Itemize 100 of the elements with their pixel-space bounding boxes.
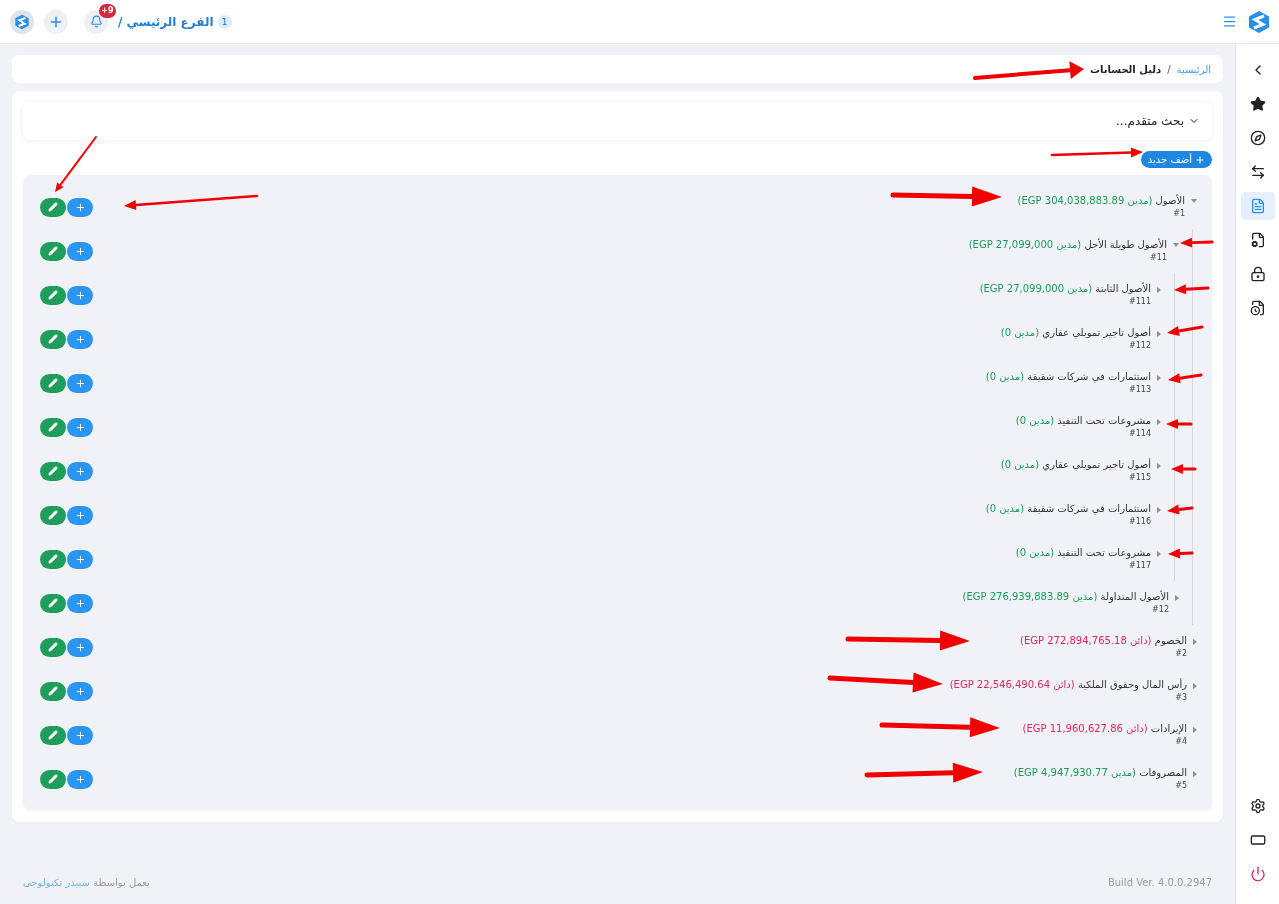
- plus-icon: [74, 245, 86, 257]
- logo: [14, 13, 30, 30]
- add-button[interactable]: [67, 681, 93, 701]
- caret-icon[interactable]: [1157, 419, 1161, 425]
- caret-icon[interactable]: [1193, 727, 1197, 733]
- annotation-arrow: [1180, 237, 1214, 248]
- add-button[interactable]: [67, 549, 93, 569]
- notification-count: +9: [99, 3, 116, 18]
- edit-button[interactable]: [40, 197, 66, 217]
- account-title: مشروعات تحت التنفيذ (مدين 0): [1015, 546, 1151, 560]
- account-code: #5: [1175, 780, 1187, 792]
- build-version: Build Ver. 4.0.0.2947: [1107, 877, 1212, 888]
- caret-icon[interactable]: [1193, 771, 1197, 777]
- add-button[interactable]: [67, 241, 93, 261]
- plus-icon: [74, 421, 86, 433]
- annotation-arrow: [55, 136, 97, 192]
- plus-icon: [74, 597, 86, 609]
- annotation-arrow: [1168, 548, 1194, 559]
- powered-by-text: يعمل بواسطة سبيدر تكنولوجى: [23, 877, 150, 888]
- add-button[interactable]: [67, 593, 93, 613]
- annotation-arrow: [1174, 284, 1210, 295]
- plus-icon: [74, 509, 86, 521]
- pencil-icon: [48, 202, 58, 212]
- plus-icon: [74, 553, 86, 565]
- edit-button[interactable]: [40, 241, 66, 261]
- advanced-search-toggle[interactable]: بحث متقدم...: [23, 102, 1212, 140]
- account-title: الأصول المتداولة (مدين EGP 276,939,883.89): [962, 590, 1169, 604]
- branch-name[interactable]: الفرع الرئيسي /: [118, 14, 214, 29]
- add-button[interactable]: [67, 373, 93, 393]
- edit-button[interactable]: [40, 461, 66, 481]
- account-title: الخصوم (دائن EGP 272,894,765.18): [1020, 634, 1187, 648]
- edit-button[interactable]: [40, 769, 66, 789]
- edit-button[interactable]: [40, 637, 66, 657]
- account-title: الأصول (مدين EGP 304,038,883.89): [1017, 194, 1185, 208]
- edit-button[interactable]: [40, 681, 66, 701]
- pencil-icon: [48, 378, 58, 388]
- edit-button[interactable]: [40, 329, 66, 349]
- annotation-arrow: [1166, 419, 1193, 429]
- account-title: الإيرادات (دائن EGP 11,960,627.86): [1022, 722, 1187, 736]
- add-button[interactable]: [67, 505, 93, 525]
- account-code: #4: [1175, 736, 1187, 748]
- pencil-icon: [48, 598, 58, 608]
- edit-button[interactable]: [40, 417, 66, 437]
- pencil-icon: [48, 290, 58, 300]
- add-button[interactable]: [44, 9, 68, 34]
- caret-icon[interactable]: [1193, 639, 1197, 645]
- pencil-icon: [48, 334, 58, 344]
- caret-icon[interactable]: [1193, 683, 1197, 689]
- account-code: #3: [1175, 692, 1187, 704]
- annotation-arrow: [1171, 464, 1197, 474]
- edit-button[interactable]: [40, 593, 66, 613]
- pencil-icon: [48, 730, 58, 740]
- account-code: #115: [1129, 472, 1151, 484]
- caret-icon[interactable]: [1157, 507, 1161, 513]
- account-title: الأصول الثابتة (مدين EGP 27,099,000): [979, 282, 1151, 296]
- account-code: #113: [1129, 384, 1151, 396]
- plus-icon: [74, 289, 86, 301]
- add-button[interactable]: [67, 329, 93, 349]
- edit-button[interactable]: [40, 549, 66, 569]
- document-icon[interactable]: [1240, 192, 1275, 220]
- company-link[interactable]: سبيدر تكنولوجى: [23, 877, 90, 888]
- edit-button[interactable]: [40, 505, 66, 525]
- menu-icon[interactable]: [1222, 14, 1237, 29]
- account-title: الأصول طويلة الأجل (مدين EGP 27,099,000): [968, 238, 1167, 252]
- caret-icon[interactable]: [1157, 551, 1161, 557]
- add-button[interactable]: [67, 637, 93, 657]
- annotation-arrow: [1167, 325, 1204, 336]
- caret-icon[interactable]: [1157, 463, 1161, 469]
- account-title: أصول تاجير تمويلي عقاري (مدين 0): [1000, 458, 1151, 472]
- add-button[interactable]: [67, 461, 93, 481]
- caret-icon[interactable]: [1191, 199, 1197, 203]
- add-new-button[interactable]: أضف جديد: [1140, 151, 1212, 168]
- plus-icon: [74, 729, 86, 741]
- account-code: #12: [1152, 604, 1169, 616]
- account-code: #114: [1129, 428, 1151, 440]
- caret-icon[interactable]: [1157, 331, 1161, 337]
- caret-icon[interactable]: [1175, 595, 1179, 601]
- caret-icon[interactable]: [1157, 375, 1161, 381]
- add-button[interactable]: [67, 285, 93, 305]
- edit-button[interactable]: [40, 285, 66, 305]
- add-button[interactable]: [67, 197, 93, 217]
- logo: [1247, 9, 1271, 34]
- pencil-icon: [48, 246, 58, 256]
- pencil-icon: [48, 422, 58, 432]
- plus-icon: [74, 201, 86, 213]
- account-title: مشروعات تحت التنفيذ (مدين 0): [1015, 414, 1151, 428]
- breadcrumb-link[interactable]: الرئيسية: [1176, 63, 1211, 75]
- add-button[interactable]: [67, 725, 93, 745]
- account-code: #2: [1175, 648, 1187, 660]
- avatar[interactable]: [10, 9, 34, 34]
- plus-icon: [74, 773, 86, 785]
- edit-button[interactable]: [40, 725, 66, 745]
- account-code: #117: [1129, 560, 1151, 572]
- add-button[interactable]: [67, 769, 93, 789]
- caret-icon[interactable]: [1157, 287, 1161, 293]
- annotation-arrow: [1168, 373, 1203, 384]
- edit-button[interactable]: [40, 373, 66, 393]
- plus-icon: [74, 465, 86, 477]
- add-button[interactable]: [67, 417, 93, 437]
- plus-icon: [74, 377, 86, 389]
